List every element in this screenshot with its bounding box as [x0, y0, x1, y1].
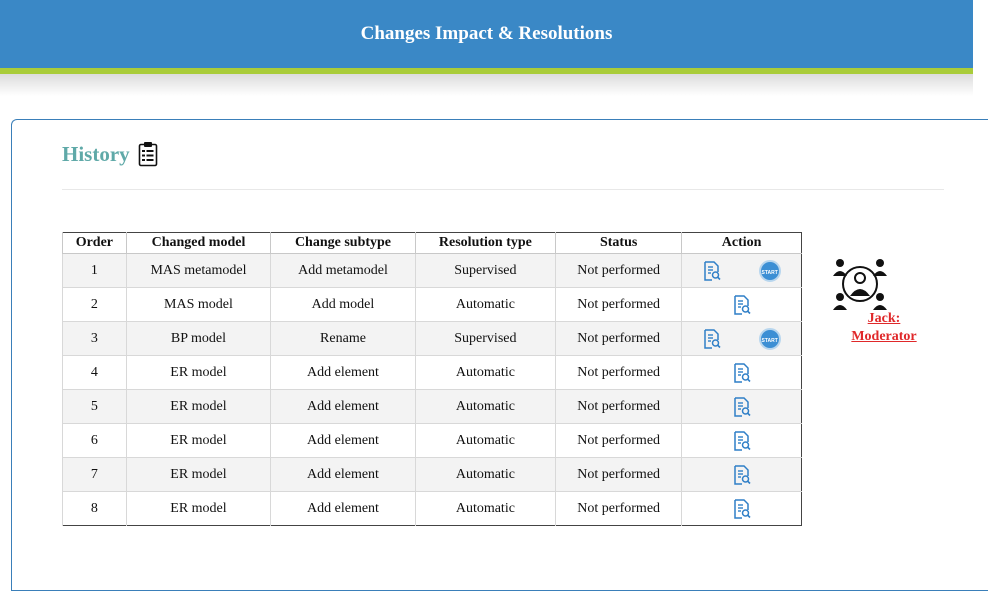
cell-action — [681, 423, 802, 458]
cell-changed-model: ER model — [125, 491, 271, 526]
document-search-icon[interactable] — [703, 260, 721, 281]
action-group — [686, 430, 797, 451]
cell-action: START — [681, 321, 802, 356]
table-row: 5 ER model Add element Automatic Not perform… — [62, 389, 802, 424]
cell-status: Not performed — [554, 253, 682, 288]
action-group — [686, 294, 797, 315]
cell-status: Not performed — [554, 355, 682, 390]
table-row: 7 ER model Add element Automatic Not perform… — [62, 457, 802, 492]
cell-status: Not performed — [554, 423, 682, 458]
cell-changed-model: BP model — [125, 321, 271, 356]
cell-action — [681, 491, 802, 526]
banner-shadow — [0, 74, 973, 96]
action-group — [686, 498, 797, 519]
start-button-icon[interactable]: START — [758, 259, 781, 282]
cell-order: 5 — [62, 389, 127, 424]
cell-resolution-type: Supervised — [414, 321, 556, 356]
cell-resolution-type: Automatic — [414, 287, 556, 322]
cell-status: Not performed — [554, 321, 682, 356]
cell-order: 6 — [62, 423, 127, 458]
action-group — [686, 362, 797, 383]
action-group — [686, 464, 797, 485]
table-row: 4 ER model Add element Automatic Not perform… — [62, 355, 802, 390]
table-row: 2 MAS model Add model Automatic Not performe… — [62, 287, 802, 322]
action-group — [686, 396, 797, 417]
history-header: History — [62, 141, 158, 167]
action-group: START — [686, 259, 797, 282]
table-row: 8 ER model Add element Automatic Not perform… — [62, 491, 802, 526]
cell-status: Not performed — [554, 457, 682, 492]
table-row: 3 BP model Rename Supervised Not performed ST… — [62, 321, 802, 356]
cell-order: 8 — [62, 491, 127, 526]
cell-changed-model: ER model — [125, 355, 271, 390]
section-divider — [62, 189, 944, 190]
document-search-icon[interactable] — [733, 498, 751, 519]
cell-order: 7 — [62, 457, 127, 492]
clipboard-icon — [138, 141, 158, 167]
table-row: 6 ER model Add element Automatic Not perform… — [62, 423, 802, 458]
user-role-link[interactable]: Moderator — [830, 329, 938, 345]
table-row: 1 MAS metamodel Add metamodel Supervised Not… — [62, 253, 802, 288]
cell-changed-model: ER model — [125, 457, 271, 492]
document-search-icon[interactable] — [733, 464, 751, 485]
document-search-icon[interactable] — [703, 328, 721, 349]
history-table: Order Changed model Change subtype Resol… — [62, 232, 802, 526]
column-header-change-subtype: Change subtype — [270, 232, 416, 254]
cell-status: Not performed — [554, 491, 682, 526]
document-search-icon[interactable] — [733, 362, 751, 383]
cell-change-subtype: Add element — [270, 355, 416, 390]
action-group: START — [686, 327, 797, 350]
cell-change-subtype: Add element — [270, 423, 416, 458]
column-header-status: Status — [554, 232, 682, 254]
column-header-action: Action — [681, 232, 802, 254]
cell-resolution-type: Automatic — [414, 355, 556, 390]
cell-order: 4 — [62, 355, 127, 390]
cell-changed-model: MAS metamodel — [125, 253, 271, 288]
table-header-row: Order Changed model Change subtype Resol… — [62, 232, 802, 254]
cell-action — [681, 457, 802, 492]
start-button-icon[interactable]: START — [758, 327, 781, 350]
document-search-icon[interactable] — [733, 430, 751, 451]
column-header-changed-model: Changed model — [125, 232, 271, 254]
cell-changed-model: MAS model — [125, 287, 271, 322]
cell-resolution-type: Automatic — [414, 389, 556, 424]
cell-change-subtype: Add model — [270, 287, 416, 322]
cell-resolution-type: Automatic — [414, 491, 556, 526]
cell-changed-model: ER model — [125, 389, 271, 424]
cell-changed-model: ER model — [125, 423, 271, 458]
cell-change-subtype: Rename — [270, 321, 416, 356]
cell-resolution-type: Automatic — [414, 423, 556, 458]
column-header-order: Order — [62, 232, 127, 254]
cell-order: 2 — [62, 287, 127, 322]
cell-action — [681, 355, 802, 390]
cell-change-subtype: Add metamodel — [270, 253, 416, 288]
cell-resolution-type: Automatic — [414, 457, 556, 492]
cell-change-subtype: Add element — [270, 491, 416, 526]
document-search-icon[interactable] — [733, 294, 751, 315]
cell-status: Not performed — [554, 287, 682, 322]
page-title: Changes Impact & Resolutions — [360, 23, 613, 44]
cell-action: START — [681, 253, 802, 288]
cell-action — [681, 287, 802, 322]
header-banner: Changes Impact & Resolutions — [0, 0, 973, 74]
document-search-icon[interactable] — [733, 396, 751, 417]
moderator-panel: Jack: Moderator — [830, 254, 917, 344]
cell-change-subtype: Add element — [270, 389, 416, 424]
cell-order: 3 — [62, 321, 127, 356]
history-title: History — [62, 141, 130, 166]
cell-action — [681, 389, 802, 424]
cell-resolution-type: Supervised — [414, 253, 556, 288]
cell-order: 1 — [62, 253, 127, 288]
column-header-resolution-type: Resolution type — [414, 232, 556, 254]
cell-change-subtype: Add element — [270, 457, 416, 492]
cell-status: Not performed — [554, 389, 682, 424]
moderator-group-icon — [830, 254, 890, 314]
user-name-link[interactable]: Jack: — [830, 311, 938, 327]
